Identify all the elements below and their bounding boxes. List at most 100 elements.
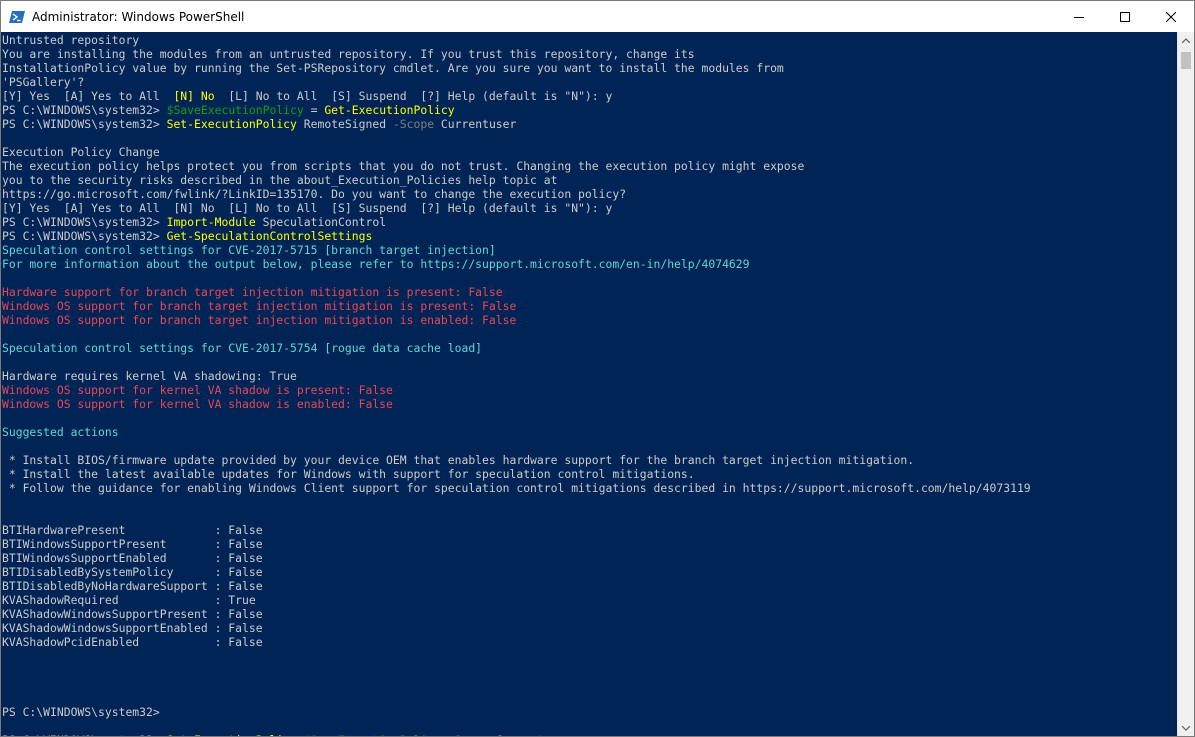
console-line: The execution policy helps protect you f… (2, 159, 1178, 173)
console-text-segment: The execution policy helps protect you f… (2, 159, 805, 173)
minimize-icon (1074, 16, 1084, 18)
console-line: PS C:\WINDOWS\system32> Get-SpeculationC… (2, 229, 1178, 243)
console-text-segment: [N] No (173, 89, 215, 103)
window-controls (1056, 1, 1194, 32)
console-line: PS C:\WINDOWS\system32> $SaveExecutionPo… (2, 103, 1178, 117)
console-text-segment: Currentuser (489, 733, 571, 736)
console-line: Hardware requires kernel VA shadowing: T… (2, 369, 1178, 383)
console-text-segment: Set-ExecutionPolicy (166, 117, 297, 131)
close-button[interactable] (1148, 1, 1194, 32)
console-text-segment: you to the security risks described in t… (2, 173, 558, 187)
console-text-segment: [L] No to All [S] Suspend [?] Help (defa… (214, 89, 613, 103)
console-line: Speculation control settings for CVE-201… (2, 341, 1178, 355)
console-text-segment: Import-Module (166, 215, 256, 229)
console-line: BTIDisabledByNoHardwareSupport : False (2, 579, 1178, 593)
console-text-segment: KVAShadowWindowsSupportPresent : False (2, 607, 263, 621)
console-line: Suggested actions (2, 425, 1178, 439)
console-line: PS C:\WINDOWS\system32> Set-ExecutionPol… (2, 117, 1178, 131)
console-line: 'PSGallery'? (2, 75, 1178, 89)
console-text-segment: BTIDisabledByNoHardwareSupport : False (2, 579, 263, 593)
console-text-segment: PS C:\WINDOWS\system32> (2, 705, 160, 719)
powershell-window: Administrator: Windows PowerShell Untrus… (0, 0, 1195, 737)
console-line: Windows OS support for branch target inj… (2, 299, 1178, 313)
console-text-segment: Execution Policy Change (2, 145, 160, 159)
console-line: Execution Policy Change (2, 145, 1178, 159)
console-text-segment: Get-ExecutionPolicy (324, 103, 455, 117)
minimize-button[interactable] (1056, 1, 1102, 32)
console-line: BTIHardwarePresent : False (2, 523, 1178, 537)
console-line: Hardware support for branch target injec… (2, 285, 1178, 299)
console-line: BTIWindowsSupportPresent : False (2, 537, 1178, 551)
console-line: * Follow the guidance for enabling Windo… (2, 481, 1178, 495)
console-text-segment (441, 733, 448, 736)
console-line: KVAShadowPcidEnabled : False (2, 635, 1178, 649)
maximize-icon (1120, 11, 1130, 22)
console-text-segment: Untrusted repository (2, 33, 140, 47)
console-line: KVAShadowWindowsSupportPresent : False (2, 607, 1178, 621)
scroll-thumb[interactable] (1181, 52, 1191, 69)
console-text-segment: * Install BIOS/firmware update provided … (2, 453, 915, 467)
scroll-down-button[interactable] (1178, 720, 1194, 736)
console-text-segment: Windows OS support for branch target inj… (2, 313, 517, 327)
console-text-segment: You are installing the modules from an u… (2, 47, 695, 61)
scroll-up-button[interactable] (1178, 32, 1194, 49)
maximize-button[interactable] (1102, 1, 1148, 32)
vertical-scrollbar[interactable] (1177, 32, 1194, 736)
console-text-segment: Windows OS support for branch target inj… (2, 299, 517, 313)
chevron-up-icon (1182, 38, 1190, 43)
console-line: [Y] Yes [A] Yes to All [N] No [L] No to … (2, 201, 1178, 215)
console-text-segment: https://go.microsoft.com/fwlink/?LinkID=… (2, 187, 627, 201)
chevron-down-icon (1182, 726, 1190, 731)
console-text-segment: PS C:\WINDOWS\system32> (2, 103, 167, 117)
console-line: Windows OS support for kernel VA shadow … (2, 383, 1178, 397)
console-text-segment: -Scope (392, 117, 435, 131)
console-text-segment: Hardware requires kernel VA shadowing: T… (2, 369, 297, 383)
console-text-segment: BTIWindowsSupportPresent : False (2, 537, 263, 551)
console-text-segment (297, 733, 304, 736)
console-text-segment: KVAShadowWindowsSupportEnabled : False (2, 621, 263, 635)
powershell-icon (9, 9, 25, 25)
console-line: BTIDisabledBySystemPolicy : False (2, 565, 1178, 579)
console-line: * Install the latest available updates f… (2, 467, 1178, 481)
console-line: You are installing the modules from an u… (2, 47, 1178, 61)
window-title: Administrator: Windows PowerShell (32, 9, 245, 24)
console-text-segment: PS C:\WINDOWS\system32> (2, 733, 167, 736)
console-line: PS C:\WINDOWS\system32> Import-Module Sp… (2, 215, 1178, 229)
console-text-segment: Hardware support for branch target injec… (2, 285, 503, 299)
console-line: * Install BIOS/firmware update provided … (2, 453, 1178, 467)
console-text-segment: InstallationPolicy value by running the … (2, 61, 784, 75)
close-icon (1166, 11, 1176, 22)
console-text-segment: Set-ExecutionPolicy (167, 733, 297, 736)
console-text-segment: Speculation control settings for CVE-201… (2, 243, 496, 257)
console-text-segment: RemoteSigned (296, 117, 393, 131)
console-line: [Y] Yes [A] Yes to All [N] No [L] No to … (2, 89, 1178, 103)
console-text-segment: BTIWindowsSupportEnabled : False (2, 551, 263, 565)
console-text-segment: PS C:\WINDOWS\system32> (2, 215, 167, 229)
console-text-segment: KVAShadowPcidEnabled : False (2, 635, 263, 649)
console-line: Windows OS support for branch target inj… (2, 313, 1178, 327)
console-line: KVAShadowRequired : True (2, 593, 1178, 607)
title-bar[interactable]: Administrator: Windows PowerShell (1, 1, 1194, 32)
console-line: Speculation control settings for CVE-201… (2, 243, 1178, 257)
console-line: BTIWindowsSupportEnabled : False (2, 551, 1178, 565)
console-output[interactable]: Untrusted repository You are installing t… (2, 33, 1178, 736)
console-text-segment: -Scope (448, 733, 489, 736)
console-text-segment: Currentuser (434, 117, 517, 131)
console-text-segment: $SaveExecutionPolicy (166, 103, 304, 117)
console-line: KVAShadowWindowsSupportEnabled : False (2, 621, 1178, 635)
console-text-segment: KVAShadowRequired : True (2, 593, 256, 607)
console-text-segment: 'PSGallery'? (2, 75, 85, 89)
console-line: For more information about the output be… (2, 257, 1178, 271)
console-line: PS C:\WINDOWS\system32> (2, 705, 1178, 719)
console-text-segment: PS C:\WINDOWS\system32> (2, 117, 167, 131)
